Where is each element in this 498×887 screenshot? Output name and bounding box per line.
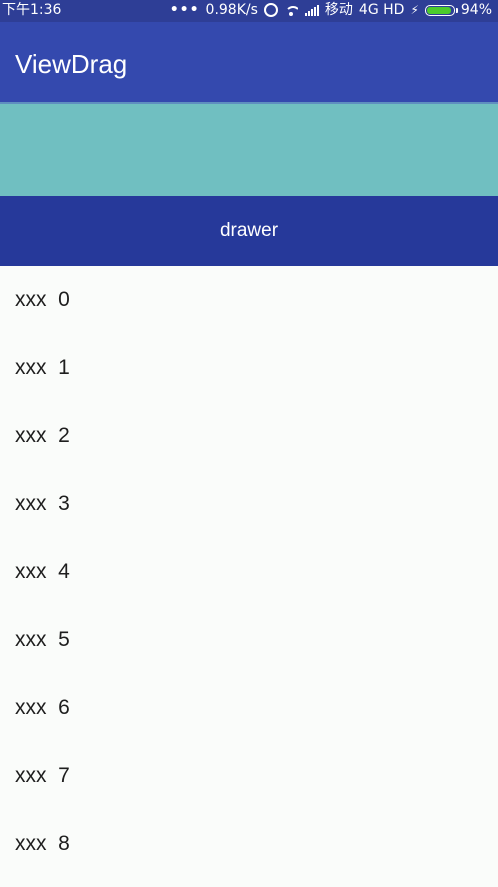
item-list[interactable]: xxx 0 xxx 1 xxx 2 xxx 3 xxx 4 xxx 5 xxx … [0, 266, 498, 878]
list-item[interactable]: xxx 3 [0, 470, 498, 538]
network-type: 4G HD [358, 2, 405, 18]
carrier-name: 移动 [324, 2, 353, 18]
status-time: 下午1:36 [2, 2, 62, 18]
list-item-label: xxx 7 [15, 764, 70, 787]
list-item-label: xxx 2 [15, 424, 70, 447]
list-item[interactable]: xxx 4 [0, 538, 498, 606]
status-bar: 下午1:36 ••• 0.98K/s 移动 4G HD ⚡ 94% [0, 0, 498, 22]
list-item[interactable]: xxx 6 [0, 674, 498, 742]
battery-fill [426, 6, 452, 14]
app-title: ViewDrag [15, 49, 128, 79]
list-item[interactable]: xxx 5 [0, 606, 498, 674]
list-item[interactable]: xxx 2 [0, 402, 498, 470]
drag-panel[interactable] [0, 102, 498, 196]
list-item[interactable]: xxx 7 [0, 742, 498, 810]
drawer-handle[interactable]: drawer [0, 196, 498, 266]
alarm-icon [263, 3, 278, 17]
drawer-label: drawer [219, 220, 279, 241]
list-item-label: xxx 3 [15, 492, 70, 515]
list-item-label: xxx 6 [15, 696, 70, 719]
signal-icon [304, 4, 319, 16]
list-item[interactable]: xxx 1 [0, 334, 498, 402]
battery-percent: 94% [460, 2, 492, 18]
battery-icon [424, 4, 458, 16]
list-item[interactable]: xxx 8 [0, 810, 498, 878]
list-item-label: xxx 5 [15, 628, 70, 651]
list-item[interactable]: xxx 0 [0, 266, 498, 334]
network-speed: 0.98K/s [205, 2, 258, 18]
notification-dots: ••• [169, 2, 200, 18]
list-item-label: xxx 8 [15, 832, 70, 855]
charging-bolt-icon: ⚡ [410, 3, 419, 17]
list-item-label: xxx 0 [15, 288, 70, 311]
status-indicators: ••• 0.98K/s 移动 4G HD ⚡ 94% [164, 0, 492, 20]
list-item-label: xxx 4 [15, 560, 70, 583]
list-item-label: xxx 1 [15, 356, 70, 379]
wifi-icon [284, 4, 298, 16]
app-bar: ViewDrag [0, 22, 498, 102]
